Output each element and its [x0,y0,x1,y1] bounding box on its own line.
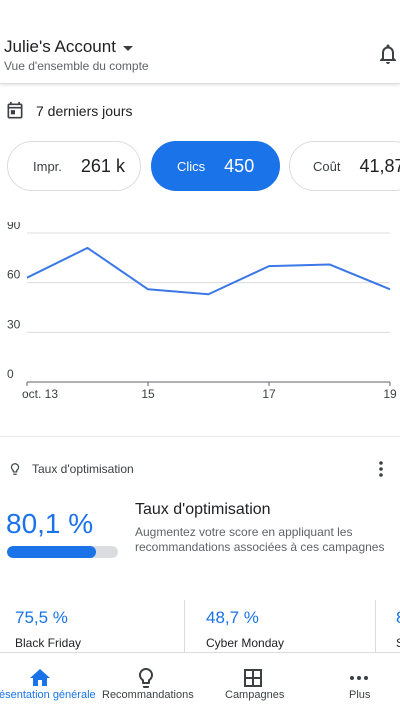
chart-y-tick-label: 30 [7,317,21,331]
nav-item-overview[interactable]: Présentation générale [0,653,96,711]
optimization-title: Taux d'optimisation [135,501,271,518]
chart-x-tick-label: 17 [262,387,276,401]
optimization-description: Augmentez votre score en appliquant les … [135,525,385,554]
lightbulb-icon [139,668,153,688]
campaign-name: Black Friday [15,636,82,650]
chart-series-line [26,246,391,296]
more-horizontal-icon [350,676,368,680]
date-range-selector[interactable]: 7 derniers jours [5,100,133,122]
table-icon [244,669,262,687]
metric-label: Impr. [33,158,62,174]
campaign-score: 48,7 % [206,608,259,627]
chart-x-tick-label: oct. 13 [22,387,58,401]
caret-down-icon [122,45,133,51]
nav-label: Campagnes [225,689,285,701]
home-icon [30,669,50,686]
nav-label: Présentation générale [0,689,96,701]
metric-chip-clicks[interactable]: Clics 450 [151,141,280,191]
campaign-score: 8 [396,608,400,628]
metric-chip-cost[interactable]: Coût 41,87 [289,141,400,191]
metric-value: 261 k [80,155,125,176]
chart-x-tick-label: 15 [141,387,155,401]
metric-chip-impressions[interactable]: Impr. 261 k [7,141,141,191]
optimization-progress-bar [7,546,118,558]
date-range-label: 7 derniers jours [36,103,133,119]
nav-item-more[interactable]: Plus [320,653,400,711]
optimization-progress-fill [7,546,96,558]
campaign-name: Cyber Monday [206,636,285,650]
metric-label: Clics [177,158,206,174]
lightbulb-icon [10,463,20,475]
optimization-header-label: Taux d'optimisation [32,462,134,476]
bottom-navigation: Présentation générale Recommandations Ca… [0,652,400,711]
account-switcher[interactable]: Julie's Account [4,37,133,57]
optimization-score: 80,1 % [6,508,94,539]
nav-item-recommendations[interactable]: Recommandations [100,653,194,711]
chart-y-tick-label: 0 [7,367,14,381]
account-title: Julie's Account [4,37,116,56]
section-divider [0,436,400,437]
metric-value: 450 [224,155,255,176]
clicks-line-chart: 90 60 30 0 oct. 13 15 17 19 [7,222,397,401]
account-subtitle: Vue d'ensemble du compte [4,59,149,73]
chart-y-tick-label: 60 [7,268,21,282]
campaign-card-partial[interactable]: 8 S [385,600,400,652]
campaign-card-black-friday[interactable]: 75,5 % Black Friday [3,600,185,652]
metric-label: Coût [313,158,341,174]
campaign-card-cyber-monday[interactable]: 48,7 % Cyber Monday [194,600,376,652]
nav-item-campaigns[interactable]: Campagnes [205,653,297,711]
bell-icon[interactable] [376,42,400,66]
nav-label: Plus [349,689,371,701]
app-header: Julie's Account Vue d'ensemble du compte [0,0,400,84]
calendar-icon [7,101,23,119]
more-vertical-icon[interactable] [376,460,386,478]
campaign-name: S [396,636,400,650]
chart-y-tick-label: 90 [7,222,21,232]
nav-label: Recommandations [102,689,194,701]
optimization-header: Taux d'optimisation [8,460,134,478]
metric-value: 41,87 [359,155,400,176]
chart-x-tick-label: 19 [383,387,397,401]
campaign-score: 75,5 % [15,608,68,627]
